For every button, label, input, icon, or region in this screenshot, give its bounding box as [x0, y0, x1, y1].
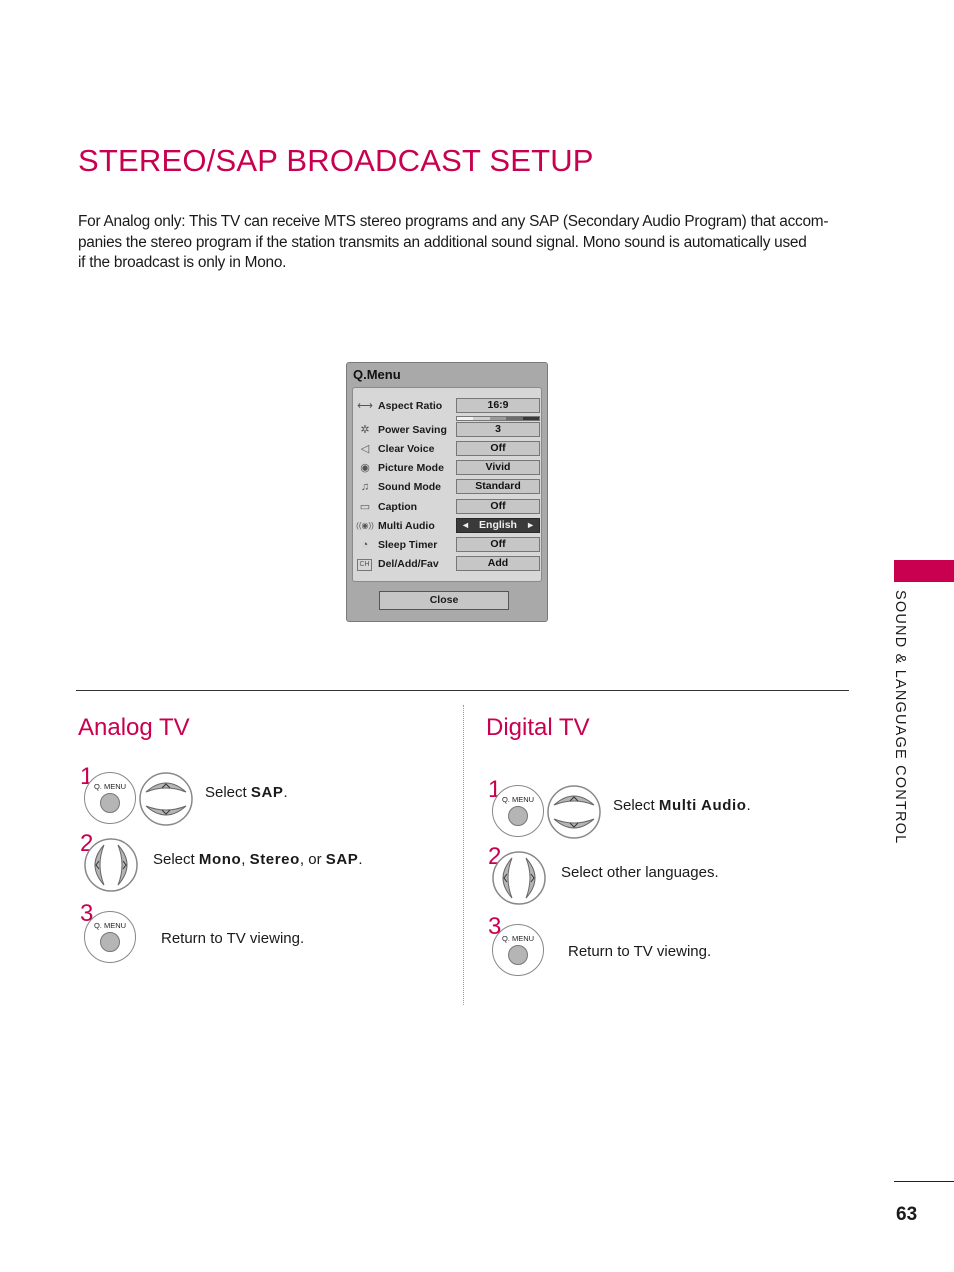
qmenu-item-value[interactable]: Standard: [456, 479, 540, 494]
section-tab-marker: [894, 560, 954, 582]
step-3-text: Return to TV viewing.: [161, 930, 305, 947]
qmenu-item-label: Picture Mode: [378, 462, 444, 474]
option-multi-audio: Multi Audio: [658, 797, 747, 814]
channel-icon: CH: [357, 559, 372, 571]
qmenu-item-del-add-fav[interactable]: CH Del/Add/Fav Add: [353, 556, 541, 574]
qmenu-item-value[interactable]: Off: [456, 499, 540, 514]
sound-mode-icon: ♫: [360, 481, 370, 493]
page-number: 63: [896, 1204, 918, 1225]
qmenu-item-value[interactable]: Off: [456, 441, 540, 456]
step-1-text: Select Multi Audio.: [613, 797, 751, 814]
qmenu-item-label: Multi Audio: [378, 520, 435, 532]
section-tab-label: SOUND & LANGUAGE CONTROL: [892, 590, 908, 845]
step-3-text: Return to TV viewing.: [568, 943, 712, 960]
qmenu-button[interactable]: Q. MENU: [84, 911, 136, 963]
qmenu-item-value[interactable]: Off: [456, 537, 540, 552]
qmenu-item-label: Sound Mode: [378, 481, 441, 493]
power-saving-level-bar: [456, 416, 540, 421]
button-dot: [100, 932, 120, 952]
close-button[interactable]: Close: [379, 591, 509, 610]
qmenu-button[interactable]: Q. MENU: [492, 924, 544, 976]
section-divider: [76, 690, 849, 691]
sleep-timer-icon: ◔: [361, 539, 369, 551]
column-divider: [463, 705, 464, 1005]
qmenu-item-sleep-timer[interactable]: ◔ Sleep Timer Off: [353, 537, 541, 555]
qmenu-item-label: Clear Voice: [378, 443, 435, 455]
intro-line: if the broadcast is only in Mono.: [78, 254, 287, 271]
picture-mode-icon: ◉: [360, 462, 370, 474]
qmenu-item-label: Sleep Timer: [378, 539, 438, 551]
analog-tv-heading: Analog TV: [78, 714, 190, 741]
qmenu-item-power-saving[interactable]: ✲ Power Saving 3: [353, 416, 541, 440]
option-stereo: Stereo: [249, 851, 300, 868]
caption-icon: ▭: [359, 501, 371, 513]
step-2-text: Select other languages.: [561, 864, 719, 881]
clear-voice-icon: ◁: [360, 443, 370, 455]
left-right-button[interactable]: [84, 838, 138, 892]
power-saving-icon: ✲: [360, 424, 370, 436]
option-mono: Mono: [198, 851, 242, 868]
qmenu-item-label: Caption: [378, 501, 418, 513]
qmenu-item-label: Del/Add/Fav: [378, 558, 439, 570]
qmenu-panel: Q.Menu ⟷ Aspect Ratio 16:9 ✲ Power Savin…: [346, 362, 548, 622]
qmenu-item-value[interactable]: Add: [456, 556, 540, 571]
button-dot: [508, 806, 528, 826]
qmenu-item-value-selected[interactable]: ◄ English ►: [456, 518, 540, 533]
qmenu-item-label: Power Saving: [378, 424, 447, 436]
qmenu-item-sound-mode[interactable]: ♫ Sound Mode Standard: [353, 479, 541, 497]
button-dot: [100, 793, 120, 813]
arrow-left-icon[interactable]: ◄: [461, 519, 470, 532]
qmenu-button-label: Q. MENU: [93, 921, 127, 930]
step-2-text: Select Mono, Stereo, or SAP.: [153, 851, 363, 868]
qmenu-button-label: Q. MENU: [93, 782, 127, 791]
multi-audio-value: English: [479, 519, 517, 531]
qmenu-item-caption[interactable]: ▭ Caption Off: [353, 499, 541, 517]
intro-line: For Analog only: This TV can receive MTS…: [78, 213, 829, 230]
button-dot: [508, 945, 528, 965]
qmenu-button-label: Q. MENU: [501, 795, 535, 804]
aspect-ratio-icon: ⟷: [357, 400, 373, 412]
intro-paragraph: For Analog only: This TV can receive MTS…: [78, 212, 853, 274]
qmenu-item-value[interactable]: 3: [456, 422, 540, 437]
qmenu-item-aspect-ratio[interactable]: ⟷ Aspect Ratio 16:9: [353, 398, 541, 416]
qmenu-item-label: Aspect Ratio: [378, 400, 443, 412]
digital-tv-heading: Digital TV: [486, 714, 590, 741]
up-down-button[interactable]: [547, 785, 601, 839]
qmenu-list: ⟷ Aspect Ratio 16:9 ✲ Power Saving 3 ◁ C…: [352, 387, 542, 582]
option-sap: SAP: [250, 784, 284, 801]
multi-audio-icon: ((◉)): [356, 521, 374, 530]
qmenu-button[interactable]: Q. MENU: [492, 785, 544, 837]
qmenu-item-picture-mode[interactable]: ◉ Picture Mode Vivid: [353, 460, 541, 478]
qmenu-item-value[interactable]: 16:9: [456, 398, 540, 413]
left-right-button[interactable]: [492, 851, 546, 905]
page-title: STEREO/SAP BROADCAST SETUP: [78, 143, 594, 178]
up-down-button[interactable]: [139, 772, 193, 826]
qmenu-item-clear-voice[interactable]: ◁ Clear Voice Off: [353, 441, 541, 459]
arrow-right-icon[interactable]: ►: [526, 519, 535, 532]
intro-line: panies the stereo program if the station…: [78, 233, 807, 251]
qmenu-button[interactable]: Q. MENU: [84, 772, 136, 824]
qmenu-title: Q.Menu: [353, 367, 401, 382]
page-number-rule: [894, 1181, 954, 1182]
qmenu-button-label: Q. MENU: [501, 934, 535, 943]
step-1-text: Select SAP.: [205, 784, 288, 801]
qmenu-item-multi-audio[interactable]: ((◉)) Multi Audio ◄ English ►: [353, 518, 541, 536]
option-sap: SAP: [325, 851, 359, 868]
qmenu-item-value[interactable]: Vivid: [456, 460, 540, 475]
